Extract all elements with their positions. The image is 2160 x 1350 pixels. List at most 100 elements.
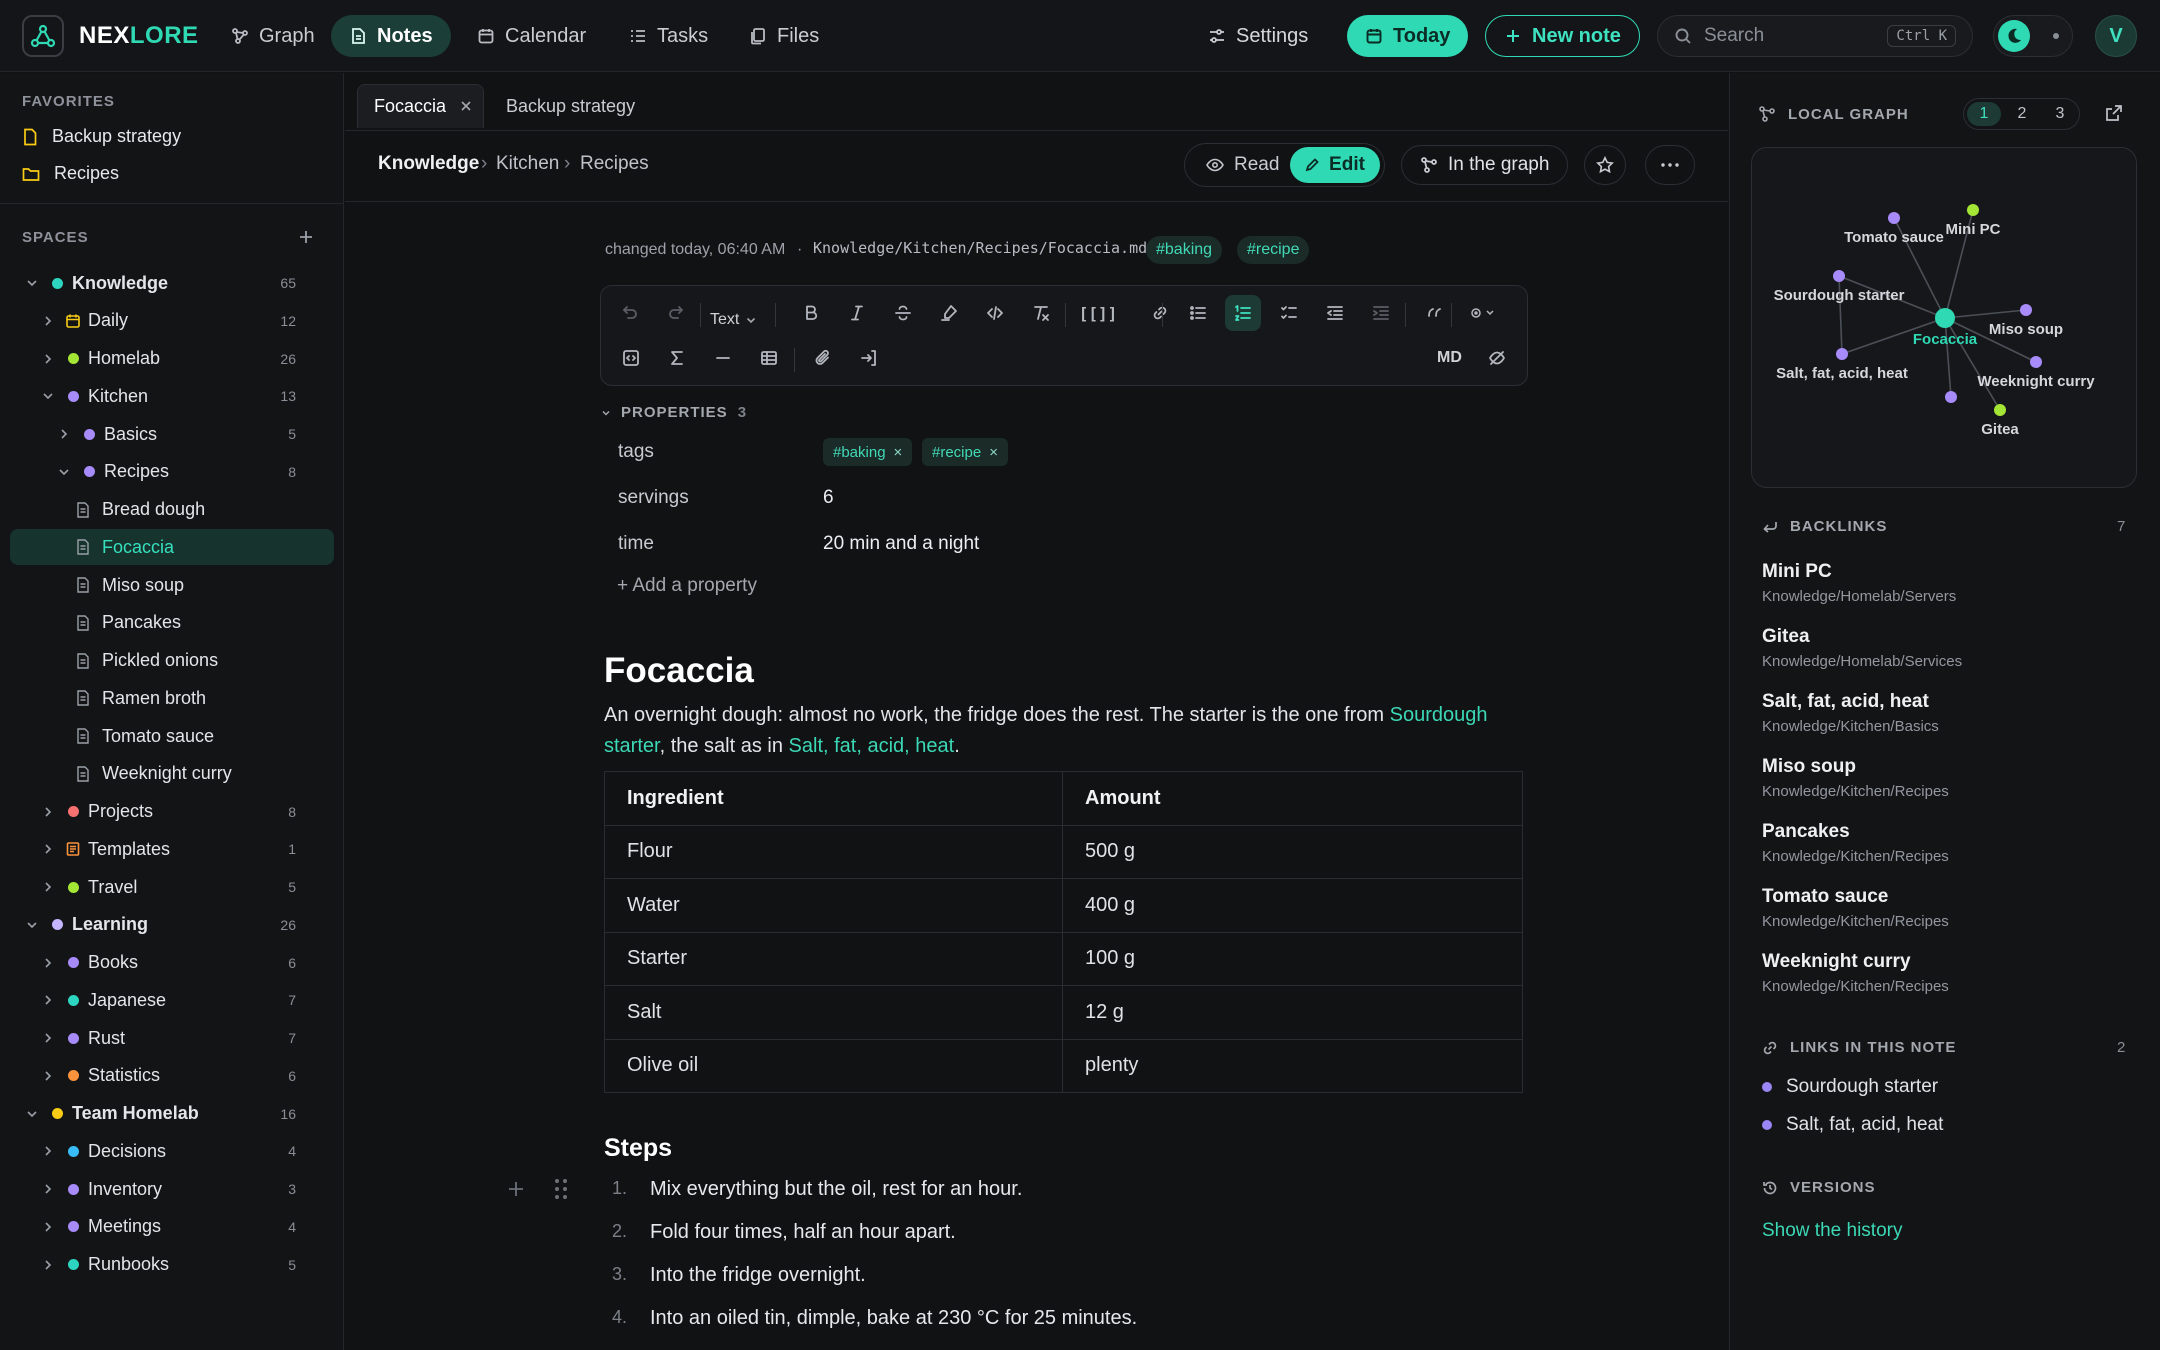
tree-item-projects[interactable]: Projects 8 xyxy=(10,794,334,830)
chevron-down-icon[interactable] xyxy=(24,1106,40,1122)
chevron-right-icon[interactable] xyxy=(40,1219,56,1235)
graph-depth-3[interactable]: 3 xyxy=(2043,102,2077,126)
ingredients-table[interactable]: Ingredient Amount Flour 500 g Water 400 g St… xyxy=(604,771,1523,1093)
math-button[interactable] xyxy=(659,340,695,376)
favorite-star-button[interactable] xyxy=(1584,145,1626,185)
chevron-right-icon[interactable] xyxy=(40,351,56,367)
strikethrough-button[interactable] xyxy=(885,295,921,331)
close-icon[interactable] xyxy=(459,99,473,113)
divider-button[interactable] xyxy=(705,340,741,376)
breadcrumb-recipes[interactable]: Recipes xyxy=(580,153,649,175)
property-tag-recipe[interactable]: #recipe × xyxy=(922,438,1008,466)
tree-item-miso-soup[interactable]: Miso soup xyxy=(10,567,334,603)
show-history-link[interactable]: Show the history xyxy=(1762,1220,1902,1242)
chevron-right-icon[interactable] xyxy=(40,841,56,857)
nav-calendar[interactable]: Calendar xyxy=(459,15,604,57)
step-item[interactable]: 2. Fold four times, half an hour apart. xyxy=(612,1221,956,1244)
wikilink-button[interactable]: [[]] xyxy=(1079,295,1118,331)
tree-item-ramen-broth[interactable]: Ramen broth xyxy=(10,680,334,716)
step-item[interactable]: 4. Into an oiled tin, dimple, bake at 230… xyxy=(612,1307,1137,1330)
favorite-item-recipes[interactable]: Recipes xyxy=(22,163,119,184)
nav-graph[interactable]: Graph xyxy=(213,15,333,57)
table-cell[interactable]: Olive oil xyxy=(604,1038,1063,1093)
step-item[interactable]: 1. Mix everything but the oil, rest for a… xyxy=(612,1178,1022,1201)
undo-button[interactable] xyxy=(612,295,648,331)
step-item[interactable]: 3. Into the fridge overnight. xyxy=(612,1264,866,1287)
chevron-right-icon[interactable] xyxy=(40,804,56,820)
note-path[interactable]: Knowledge/Kitchen/Recipes/Focaccia.md xyxy=(813,239,1147,257)
chevron-right-icon[interactable] xyxy=(40,955,56,971)
tab-focaccia[interactable]: Focaccia xyxy=(357,84,484,128)
property-value-servings[interactable]: 6 xyxy=(823,487,834,509)
outgoing-link[interactable]: Sourdough starter xyxy=(1762,1076,1938,1098)
tree-item-focaccia[interactable]: Focaccia xyxy=(10,529,334,566)
properties-header[interactable]: PROPERTIES 3 xyxy=(601,404,746,421)
markdown-toggle[interactable]: MD xyxy=(1437,349,1462,367)
tree-item-basics[interactable]: Basics 5 xyxy=(10,416,334,452)
tag-recipe[interactable]: #recipe xyxy=(1237,236,1310,264)
graph-depth-1[interactable]: 1 xyxy=(1967,102,2001,126)
tree-item-pickled-onions[interactable]: Pickled onions xyxy=(10,643,334,679)
tree-item-weeknight-curry[interactable]: Weeknight curry xyxy=(10,756,334,792)
drag-handle-icon[interactable] xyxy=(553,1177,569,1201)
tree-item-inventory[interactable]: Inventory 3 xyxy=(10,1171,334,1207)
tree-item-templates[interactable]: Templates 1 xyxy=(10,831,334,867)
tree-item-decisions[interactable]: Decisions 4 xyxy=(10,1133,334,1169)
tree-item-team-homelab[interactable]: Team Homelab 16 xyxy=(10,1096,334,1132)
note-intro[interactable]: An overnight dough: almost no work, the … xyxy=(604,700,1524,762)
table-cell[interactable]: Salt xyxy=(604,985,1063,1040)
add-block-button[interactable] xyxy=(505,1178,527,1200)
chevron-right-icon[interactable] xyxy=(40,1030,56,1046)
tab-backup-strategy[interactable]: Backup strategy xyxy=(490,84,651,128)
highlight-button[interactable] xyxy=(931,295,967,331)
redo-button[interactable] xyxy=(658,295,694,331)
local-graph[interactable]: Tomato sauce Mini PC Sourdough starter F… xyxy=(1751,147,2137,488)
tree-item-books[interactable]: Books 6 xyxy=(10,945,334,981)
table-cell[interactable]: Starter xyxy=(604,931,1063,986)
property-tag-baking[interactable]: #baking × xyxy=(823,438,913,466)
chevron-right-icon[interactable] xyxy=(40,879,56,895)
bullet-list-button[interactable] xyxy=(1180,295,1216,331)
tree-item-bread-dough[interactable]: Bread dough xyxy=(10,492,334,528)
chevron-down-icon[interactable] xyxy=(24,275,40,291)
chevron-down-icon[interactable] xyxy=(24,917,40,933)
chevron-right-icon[interactable] xyxy=(40,1257,56,1273)
bold-button[interactable] xyxy=(793,295,829,331)
tree-item-homelab[interactable]: Homelab 26 xyxy=(10,341,334,377)
read-button[interactable]: Read xyxy=(1192,148,1293,182)
chevron-right-icon[interactable] xyxy=(56,426,72,442)
breadcrumb-kitchen[interactable]: Kitchen xyxy=(496,153,559,175)
property-value-time[interactable]: 20 min and a night xyxy=(823,533,979,555)
tree-item-travel[interactable]: Travel 5 xyxy=(10,869,334,905)
table-cell[interactable]: Water xyxy=(604,878,1063,933)
new-note-button[interactable]: New note xyxy=(1485,15,1640,57)
attachment-button[interactable] xyxy=(805,340,841,376)
tag-baking[interactable]: #baking xyxy=(1146,236,1223,264)
more-options-button[interactable] xyxy=(1645,145,1695,185)
nav-files[interactable]: Files xyxy=(731,15,837,57)
tree-item-pancakes[interactable]: Pancakes xyxy=(10,605,334,641)
checklist-button[interactable] xyxy=(1271,295,1307,331)
quote-button[interactable] xyxy=(1417,295,1453,331)
table-cell[interactable]: Flour xyxy=(604,824,1063,879)
edit-button[interactable]: Edit xyxy=(1290,147,1380,183)
theme-toggle[interactable] xyxy=(1993,15,2073,57)
favorite-item-backup-strategy[interactable]: Backup strategy xyxy=(22,126,181,147)
avatar[interactable]: V xyxy=(2095,15,2137,57)
search-input[interactable]: Search Ctrl K xyxy=(1657,15,1973,57)
indent-button[interactable] xyxy=(1363,295,1399,331)
open-graph-icon[interactable] xyxy=(2105,104,2123,122)
tree-item-learning[interactable]: Learning 26 xyxy=(10,907,334,943)
chevron-down-icon[interactable] xyxy=(56,464,72,480)
table-cell[interactable]: 400 g xyxy=(1062,878,1523,933)
code-button[interactable] xyxy=(977,295,1013,331)
nav-notes[interactable]: Notes xyxy=(331,15,451,57)
chevron-right-icon[interactable] xyxy=(40,1181,56,1197)
chevron-right-icon[interactable] xyxy=(40,313,56,329)
chevron-right-icon[interactable] xyxy=(40,1068,56,1084)
table-cell[interactable]: plenty xyxy=(1062,1038,1523,1093)
tree-item-recipes[interactable]: Recipes 8 xyxy=(10,454,334,490)
chevron-down-icon[interactable] xyxy=(40,388,56,404)
today-button[interactable]: Today xyxy=(1347,15,1469,57)
tree-item-statistics[interactable]: Statistics 6 xyxy=(10,1058,334,1094)
